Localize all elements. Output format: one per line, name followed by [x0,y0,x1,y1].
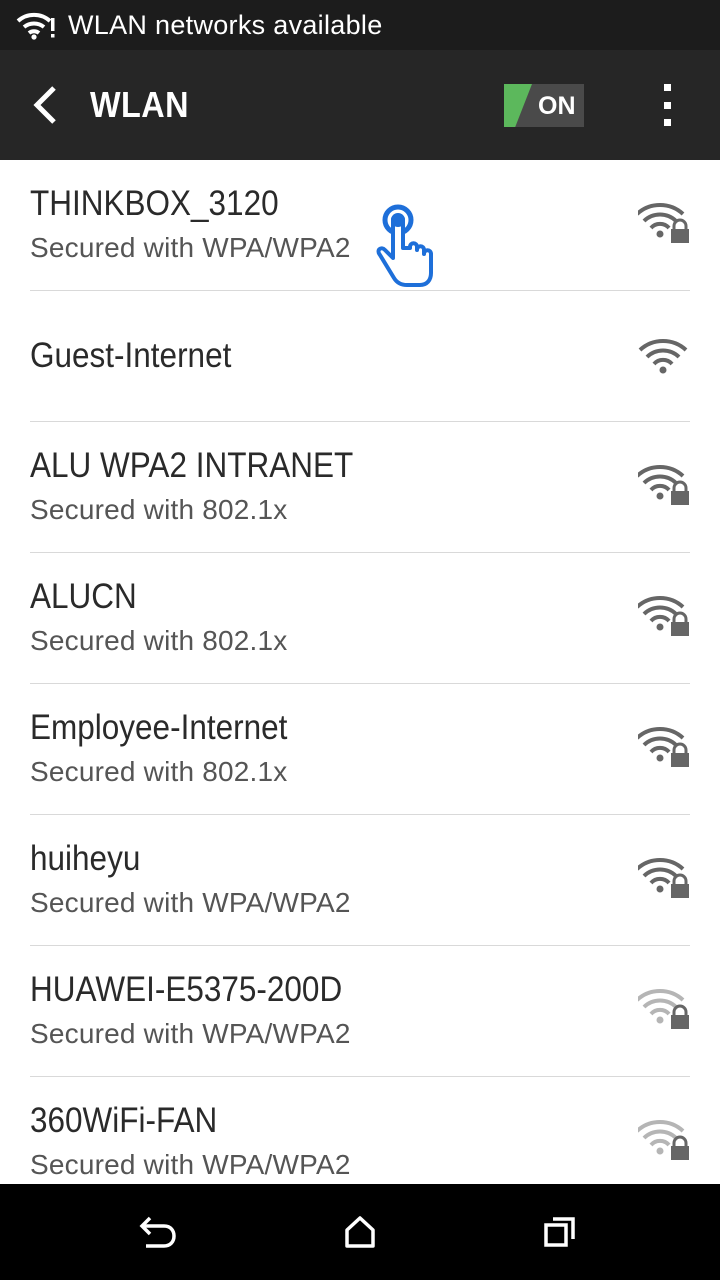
network-name: 360WiFi-FAN [30,1101,218,1140]
wifi-alert-icon [16,9,58,41]
wifi-secured-icon [638,727,689,767]
network-security: Secured with WPA/WPA2 [30,1149,351,1180]
action-bar: WLAN ON [0,50,720,160]
network-security: Secured with 802.1x [30,494,288,525]
network-security: Secured with WPA/WPA2 [30,887,351,918]
network-row[interactable]: THINKBOX_3120 Secured with WPA/WPA2 [30,160,690,291]
back-button[interactable] [22,80,68,130]
network-security: Secured with WPA/WPA2 [30,232,351,263]
wifi-secured-icon [638,203,689,243]
notification-text: WLAN networks available [68,9,383,40]
network-name: Guest-Internet [30,336,232,375]
toggle-accent [504,84,532,127]
screen: WLAN networks available WLAN ON THINKBOX… [0,0,720,1280]
chevron-left-icon [33,86,56,124]
navigation-bar [0,1184,720,1280]
network-row[interactable]: 360WiFi-FAN Secured with WPA/WPA2 [30,1077,690,1184]
status-bar: WLAN networks available [0,0,720,50]
nav-back-button[interactable] [138,1212,178,1252]
network-name: THINKBOX_3120 [30,184,279,223]
network-name: ALUCN [30,577,137,616]
wifi-secured-icon [638,858,689,898]
wifi-secured-icon [638,989,689,1029]
wifi-secured-icon [638,465,689,505]
network-row[interactable]: HUAWEI-E5375-200D Secured with WPA/WPA2 [30,946,690,1077]
nav-recents-button[interactable] [540,1212,580,1252]
network-row[interactable]: ALU WPA2 INTRANET Secured with 802.1x [30,422,690,553]
toggle-label: ON [538,92,576,120]
page-title: WLAN [90,84,189,125]
nav-recents-icon [544,1217,575,1247]
network-security: Secured with 802.1x [30,756,288,787]
wifi-secured-icon [638,1120,689,1160]
network-security: Secured with 802.1x [30,625,288,656]
overflow-menu-icon [663,84,671,91]
nav-back-icon [139,1216,176,1248]
wifi-icon [638,339,688,374]
network-name: HUAWEI-E5375-200D [30,970,343,1009]
network-name: Employee-Internet [30,708,288,747]
nav-home-button[interactable] [340,1212,380,1252]
wifi-secured-icon [638,596,689,636]
network-row[interactable]: ALUCN Secured with 802.1x [30,553,690,684]
wlan-toggle[interactable]: ON [504,84,584,127]
overflow-menu-button[interactable] [650,84,684,126]
network-row[interactable]: Guest-Internet [30,291,690,422]
network-row[interactable]: huiheyu Secured with WPA/WPA2 [30,815,690,946]
network-name: huiheyu [30,839,141,878]
network-list: THINKBOX_3120 Secured with WPA/WPA2 Guest-… [0,160,720,1184]
network-row[interactable]: Employee-Internet Secured with 802.1x [30,684,690,815]
nav-home-icon [345,1216,375,1248]
network-security: Secured with WPA/WPA2 [30,1018,351,1049]
network-name: ALU WPA2 INTRANET [30,446,354,485]
